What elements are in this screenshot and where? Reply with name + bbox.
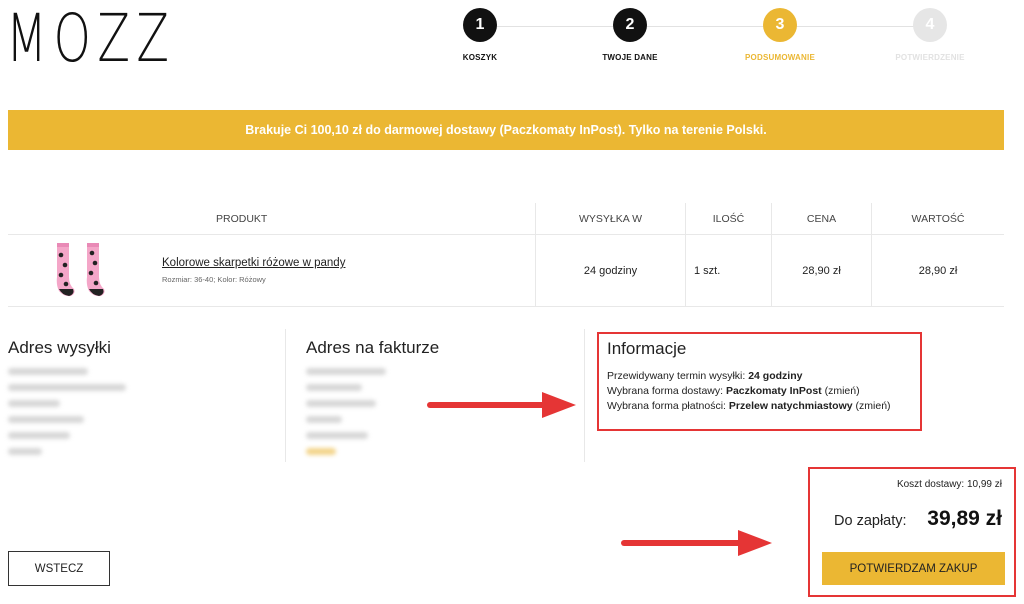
shipping-address-title: Adres wysyłki — [8, 338, 111, 357]
line-total: 28,90 zł — [871, 235, 1004, 306]
shipping-address: Adres wysyłki — [8, 329, 286, 462]
product-cell: Kolorowe skarpetki różowe w pandy Rozmia… — [8, 235, 535, 306]
step-label: POTWIERDZENIE — [895, 53, 965, 62]
step-label: KOSZYK — [462, 53, 498, 62]
table-row: Kolorowe skarpetki różowe w pandy Rozmia… — [8, 235, 1004, 307]
confirm-purchase-button[interactable]: POTWIERDZAM ZAKUP — [822, 552, 1005, 585]
invoice-address-title: Adres na fakturze — [306, 338, 440, 357]
step-label: TWOJE DANE — [602, 53, 658, 62]
logo[interactable]: MOZZ — [6, 6, 175, 72]
arrow-right-icon — [621, 530, 772, 556]
checkout-steps: 1 KOSZYK 2 TWOJE DANE 3 PODSUMOWANIE 4 P… — [430, 8, 1000, 68]
payment-method: Wybrana forma płatności: Przelew natychm… — [607, 400, 891, 412]
unit-price: 28,90 zł — [771, 235, 871, 306]
delivery-time: Przewidywany termin wysyłki: 24 godziny — [607, 370, 803, 382]
sock-left-icon — [56, 242, 75, 296]
step-number: 3 — [763, 8, 797, 42]
order-information: Informacje Przewidywany termin wysyłki: … — [597, 332, 922, 431]
back-button[interactable]: WSTECZ — [8, 551, 110, 586]
delivery-method: Wybrana forma dostawy: Paczkomaty InPost… — [607, 385, 860, 397]
header-total: WARTOŚĆ — [871, 203, 1004, 234]
arrow-right-icon — [427, 392, 576, 418]
step-cart[interactable]: 1 KOSZYK — [420, 8, 540, 62]
product-variant: Rozmiar: 36-40; Kolor: Różowy — [162, 275, 266, 284]
pink-panda-socks-image[interactable] — [46, 239, 126, 303]
step-your-data[interactable]: 2 TWOJE DANE — [570, 8, 690, 62]
step-confirmation: 4 POTWIERDZENIE — [870, 8, 990, 62]
shipping-cost: Koszt dostawy: 10,99 zł — [896, 479, 1002, 490]
header-qty: ILOŚĆ — [685, 203, 771, 234]
header-shipping: WYSYŁKA W — [535, 203, 685, 234]
step-summary: 3 PODSUMOWANIE — [720, 8, 840, 62]
order-summary: Koszt dostawy: 10,99 zł Do zapłaty: 39,8… — [808, 467, 1016, 597]
information-title: Informacje — [607, 339, 687, 358]
product-info: Kolorowe skarpetki różowe w pandy Rozmia… — [162, 257, 345, 284]
quantity: 1 szt. — [685, 235, 771, 306]
cart-table: PRODUKT WYSYŁKA W ILOŚĆ CENA WARTOŚĆ Kol… — [8, 203, 1004, 307]
steps-connector — [480, 26, 930, 27]
redacted-address-lines — [8, 368, 285, 455]
step-number: 1 — [463, 8, 497, 42]
sock-right-icon — [86, 242, 105, 296]
total-label: Do zapłaty: — [834, 513, 907, 529]
table-header: PRODUKT WYSYŁKA W ILOŚĆ CENA WARTOŚĆ — [8, 203, 1004, 235]
header-price: CENA — [771, 203, 871, 234]
total-amount: 39,89 zł — [927, 507, 1002, 530]
step-number: 4 — [913, 8, 947, 42]
change-delivery-link[interactable]: (zmień) — [825, 385, 860, 397]
header-product: PRODUKT — [216, 212, 268, 225]
change-payment-link[interactable]: (zmień) — [856, 400, 891, 412]
shipping-time: 24 godziny — [535, 235, 685, 306]
step-number: 2 — [613, 8, 647, 42]
step-label: PODSUMOWANIE — [745, 53, 815, 62]
product-name-link[interactable]: Kolorowe skarpetki różowe w pandy — [162, 257, 345, 269]
free-shipping-banner: Brakuje Ci 100,10 zł do darmowej dostawy… — [8, 110, 1004, 150]
